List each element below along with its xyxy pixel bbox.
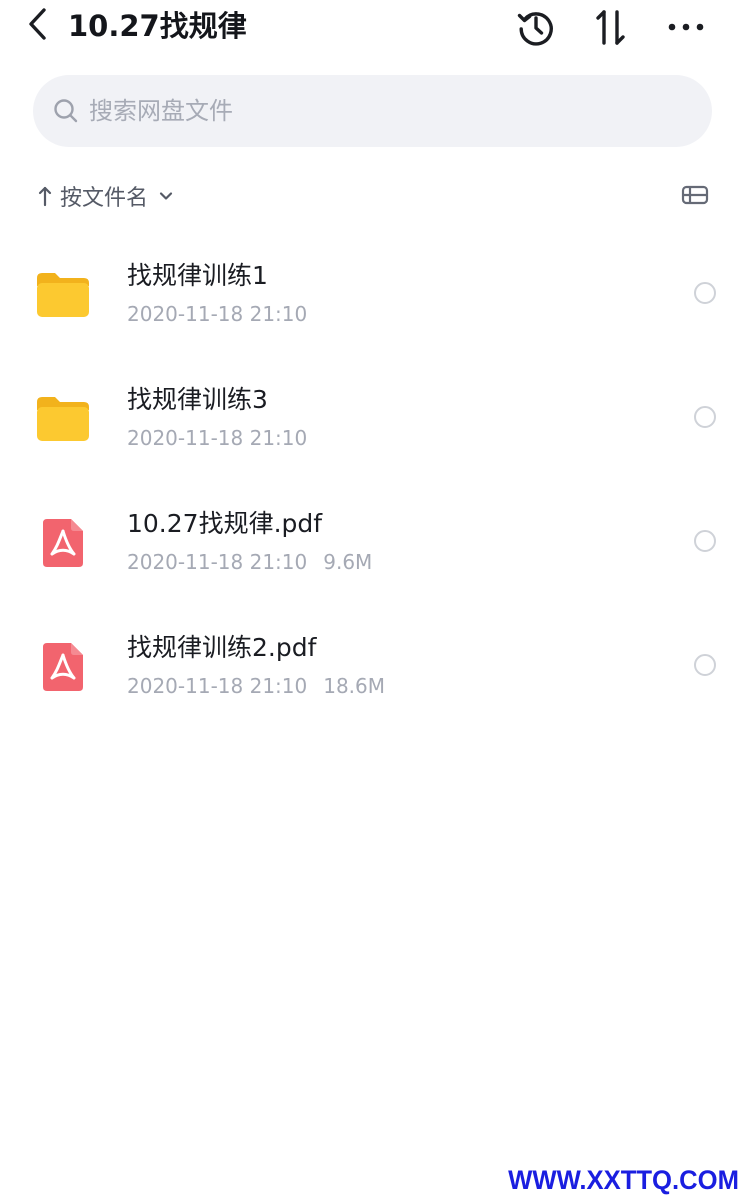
file-date: 2020-11-18 21:10 — [127, 550, 308, 574]
history-icon — [516, 7, 556, 51]
file-row-pdf-1[interactable]: 10.27找规律.pdf 2020-11-18 21:10 9.6M — [0, 480, 745, 604]
file-size: 18.6M — [323, 674, 386, 698]
file-meta: 2020-11-18 21:10 — [127, 424, 307, 452]
chevron-left-icon — [27, 7, 49, 45]
search-input[interactable] — [89, 91, 649, 131]
list-view-icon — [681, 184, 709, 210]
file-name: 10.27找规律.pdf — [127, 509, 323, 538]
search-bar[interactable] — [33, 75, 712, 147]
file-row-folder-1[interactable]: 找规律训练1 2020-11-18 21:10 — [0, 232, 745, 356]
arrow-up-icon — [36, 184, 54, 208]
search-icon — [53, 98, 79, 124]
select-checkbox[interactable] — [694, 654, 716, 676]
file-row-folder-3[interactable]: 找规律训练3 2020-11-18 21:10 — [0, 356, 745, 480]
file-name: 找规律训练1 — [127, 261, 268, 290]
file-row-pdf-2[interactable]: 找规律训练2.pdf 2020-11-18 21:10 18.6M — [0, 604, 745, 728]
select-checkbox[interactable] — [694, 406, 716, 428]
file-meta: 2020-11-18 21:10 — [127, 300, 307, 328]
file-meta: 2020-11-18 21:10 9.6M — [127, 548, 372, 576]
pdf-file-icon — [34, 514, 92, 572]
file-name: 找规律训练3 — [127, 385, 268, 414]
file-name: 找规律训练2.pdf — [127, 633, 317, 662]
pdf-file-icon — [34, 638, 92, 696]
sort-button[interactable] — [590, 8, 632, 50]
sort-by-name-dropdown[interactable]: 按文件名 — [36, 176, 176, 216]
select-checkbox[interactable] — [694, 530, 716, 552]
sort-arrows-icon — [591, 7, 631, 51]
folder-icon — [34, 266, 92, 324]
select-checkbox[interactable] — [694, 282, 716, 304]
view-toggle-button[interactable] — [678, 182, 712, 212]
more-dots-icon — [666, 7, 706, 51]
site-watermark: WWW.XXTTQ.COM — [508, 1165, 739, 1195]
back-button[interactable] — [18, 6, 58, 46]
top-bar: 10.27找规律 — [0, 0, 745, 56]
file-date: 2020-11-18 21:10 — [127, 302, 308, 326]
file-meta: 2020-11-18 21:10 18.6M — [127, 672, 385, 700]
history-button[interactable] — [515, 8, 557, 50]
file-size: 9.6M — [323, 550, 373, 574]
file-date: 2020-11-18 21:10 — [127, 426, 308, 450]
file-date: 2020-11-18 21:10 — [127, 674, 308, 698]
more-button[interactable] — [665, 8, 707, 50]
page-title: 10.27找规律 — [68, 9, 247, 43]
folder-icon — [34, 390, 92, 448]
sort-label: 按文件名 — [60, 186, 149, 211]
file-list: 找规律训练1 2020-11-18 21:10 找规律训练3 2020-11-1… — [0, 232, 745, 728]
chevron-down-icon — [156, 186, 176, 206]
